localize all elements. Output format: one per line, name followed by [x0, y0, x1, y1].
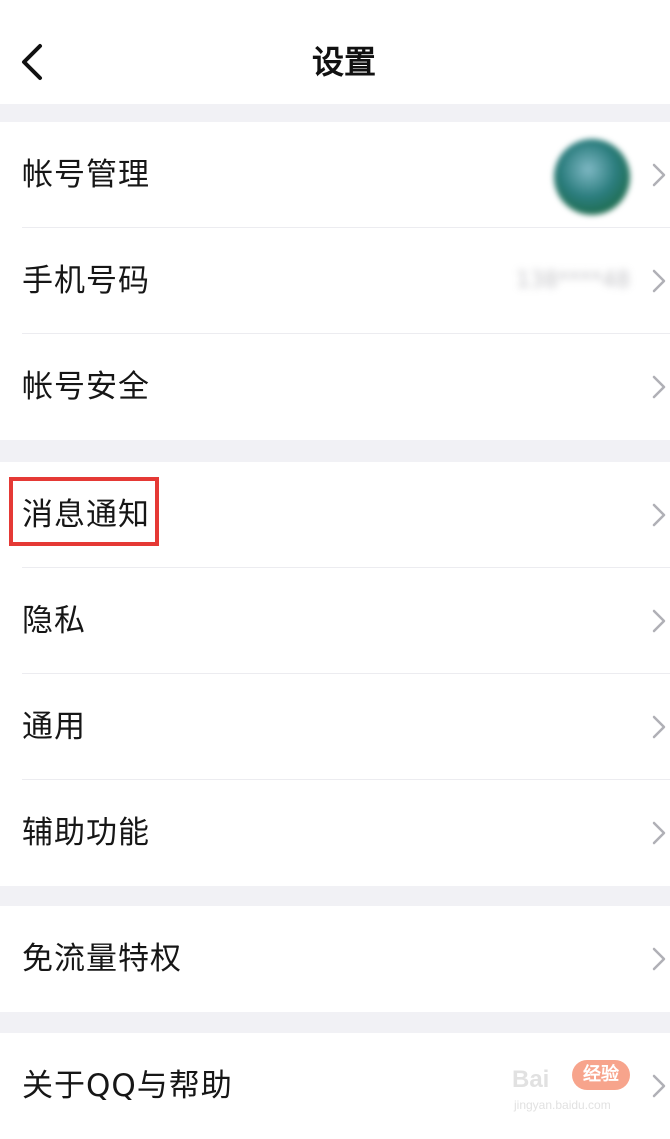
item-label: 关于QQ与帮助: [22, 1068, 233, 1104]
item-label: 帐号管理: [22, 157, 150, 193]
item-label: 辅助功能: [22, 815, 150, 851]
settings-item-general[interactable]: 通用: [0, 674, 670, 780]
account-group: 帐号管理 手机号码 138****48 帐号安全: [0, 122, 670, 440]
item-label: 通用: [22, 709, 86, 745]
chevron-right-icon: [652, 715, 666, 739]
item-label: 手机号码: [22, 263, 150, 299]
chevron-right-icon: [652, 947, 666, 971]
data-privilege-group: 免流量特权: [0, 906, 670, 1012]
chevron-right-icon: [652, 375, 666, 399]
item-label: 帐号安全: [22, 369, 150, 405]
phone-value: 138****48: [516, 268, 630, 293]
item-label: 免流量特权: [22, 941, 182, 977]
watermark-badge: 经验: [572, 1060, 630, 1090]
highlight-annotation: [9, 477, 159, 546]
settings-item-free-data[interactable]: 免流量特权: [0, 906, 670, 1012]
item-label: 隐私: [22, 603, 86, 639]
avatar: [554, 139, 630, 215]
nav-bar: 设置: [0, 0, 670, 104]
watermark-text: Bai: [512, 1066, 550, 1093]
settings-item-privacy[interactable]: 隐私: [0, 568, 670, 674]
chevron-right-icon: [652, 609, 666, 633]
baidu-watermark: Bai 经验 jingyan.baidu.com: [512, 1050, 638, 1112]
settings-item-phone-number[interactable]: 手机号码 138****48: [0, 228, 670, 334]
chevron-right-icon: [652, 163, 666, 187]
page-title: 设置: [311, 43, 376, 81]
settings-item-account-management[interactable]: 帐号管理: [0, 122, 670, 228]
settings-item-account-security[interactable]: 帐号安全: [0, 334, 670, 440]
chevron-right-icon: [652, 503, 666, 527]
chevron-right-icon: [652, 1074, 666, 1098]
settings-item-accessibility[interactable]: 辅助功能: [0, 780, 670, 886]
chevron-right-icon: [652, 269, 666, 293]
watermark-url: jingyan.baidu.com: [514, 1098, 611, 1112]
chevron-right-icon: [652, 821, 666, 845]
